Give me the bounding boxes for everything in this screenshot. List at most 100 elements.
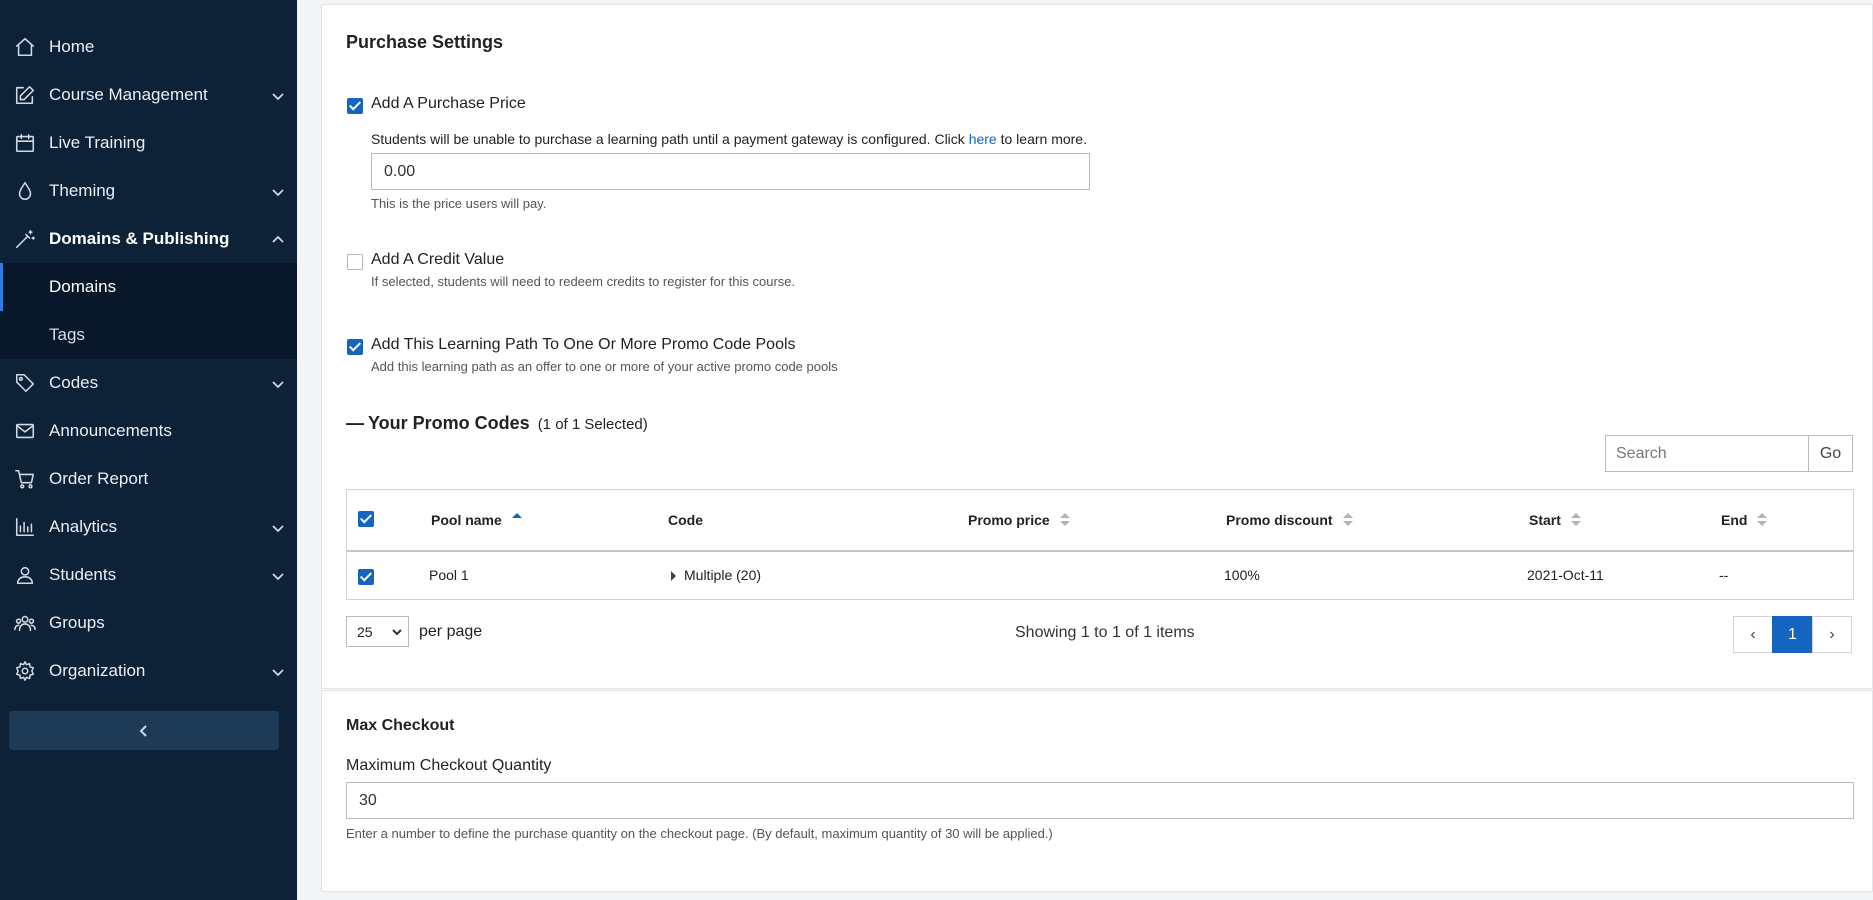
cell-pool-name: Pool 1	[429, 567, 469, 583]
sidebar-item-home[interactable]: Home	[0, 23, 297, 71]
max-checkout-panel: Max Checkout Maximum Checkout Quantity 3…	[321, 690, 1873, 892]
sidebar-item-organization[interactable]: Organization	[0, 647, 297, 695]
column-start[interactable]: Start	[1529, 512, 1581, 528]
bar-chart-icon	[14, 516, 36, 538]
gear-icon	[14, 660, 36, 682]
collapse-dash-icon: —	[346, 413, 364, 433]
sidebar-item-course-management[interactable]: Course Management	[0, 71, 297, 119]
prev-page-button[interactable]: ‹	[1733, 616, 1773, 653]
sidebar-item-groups[interactable]: Groups	[0, 599, 297, 647]
sidebar-item-label: Theming	[49, 181, 116, 200]
promo-pools-help-text: Add this learning path as an offer to on…	[371, 359, 838, 374]
column-end[interactable]: End	[1721, 512, 1768, 528]
promo-codes-table: Pool name Code Promo price Promo discoun…	[346, 489, 1854, 600]
tag-icon	[14, 372, 36, 394]
sidebar-subitem-tags[interactable]: Tags	[0, 311, 297, 359]
section-title: Purchase Settings	[346, 32, 504, 52]
page-1-button[interactable]: 1	[1772, 616, 1813, 653]
column-promo-discount[interactable]: Promo discount	[1226, 512, 1353, 528]
cell-code[interactable]: Multiple (20)	[671, 567, 761, 583]
purchase-price-label: Add A Purchase Price	[371, 95, 526, 112]
row-checkbox[interactable]	[358, 569, 374, 585]
search-go-button[interactable]: Go	[1808, 435, 1853, 472]
sidebar-item-live-training[interactable]: Live Training	[0, 119, 297, 167]
sort-asc-icon	[511, 513, 522, 527]
code-text: Multiple (20)	[684, 567, 762, 583]
credit-help-text: If selected, students will need to redee…	[371, 274, 796, 289]
select-all-checkbox[interactable]	[358, 511, 374, 527]
section-title: Max Checkout	[346, 717, 455, 734]
sidebar: Home Course Management Live Training The…	[0, 0, 297, 900]
per-page-label: per page	[419, 623, 483, 640]
sidebar-item-order-report[interactable]: Order Report	[0, 455, 297, 503]
sidebar-item-students[interactable]: Students	[0, 551, 297, 599]
sidebar-item-label: Order Report	[49, 469, 149, 488]
credit-value-label: Add A Credit Value	[371, 251, 505, 268]
user-icon	[14, 564, 36, 586]
max-checkout-label: Maximum Checkout Quantity	[346, 757, 552, 774]
sidebar-item-label: Codes	[49, 373, 99, 392]
purchase-settings-panel: Purchase Settings Add A Purchase Price S…	[321, 4, 1873, 689]
per-page-value: 25	[357, 623, 373, 640]
sidebar-item-label: Organization	[49, 661, 146, 680]
edit-icon	[14, 84, 36, 106]
column-label: Promo discount	[1226, 512, 1333, 528]
column-label: Code	[668, 512, 703, 528]
learn-more-link[interactable]: here	[969, 131, 997, 147]
cart-icon	[14, 468, 36, 490]
droplet-icon	[14, 180, 36, 202]
calendar-icon	[14, 132, 36, 154]
cell-promo-discount: 100%	[1224, 567, 1260, 583]
column-label: End	[1721, 512, 1748, 528]
caret-right-icon	[671, 571, 676, 582]
showing-count: Showing 1 to 1 of 1 items	[1015, 624, 1195, 641]
sidebar-item-label: Domains & Publishing	[49, 229, 230, 248]
sidebar-item-label: Groups	[49, 613, 105, 632]
note-text: Students will be unable to purchase a le…	[371, 131, 969, 147]
chevron-left-icon	[139, 724, 147, 737]
max-checkout-input[interactable]: 30	[346, 782, 1854, 819]
sidebar-item-label: Announcements	[49, 421, 172, 440]
promo-pools-label: Add This Learning Path To One Or More Pr…	[371, 336, 796, 353]
sidebar-item-announcements[interactable]: Announcements	[0, 407, 297, 455]
chevron-down-icon	[271, 568, 285, 582]
column-promo-price[interactable]: Promo price	[968, 512, 1070, 528]
column-code: Code	[668, 512, 703, 528]
promo-search-input[interactable]: Search	[1605, 435, 1809, 472]
credit-value-checkbox[interactable]	[347, 254, 363, 270]
promo-codes-toggle[interactable]: — Your Promo Codes (1 of 1 Selected)	[346, 413, 648, 434]
purchase-price-input[interactable]: 0.00	[371, 153, 1090, 190]
sidebar-item-domains-publishing[interactable]: Domains & Publishing	[0, 215, 297, 263]
main-content: Purchase Settings Add A Purchase Price S…	[321, 0, 1873, 900]
sidebar-item-codes[interactable]: Codes	[0, 359, 297, 407]
cell-start: 2021-Oct-11	[1527, 567, 1604, 583]
chevron-down-icon	[392, 629, 402, 636]
payment-gateway-note: Students will be unable to purchase a le…	[371, 131, 1087, 147]
next-page-button[interactable]: ›	[1812, 616, 1852, 653]
chevron-down-icon	[271, 184, 285, 198]
sidebar-item-label: Students	[49, 565, 117, 584]
per-page-select[interactable]: 25	[346, 616, 409, 647]
promo-pools-checkbox[interactable]	[347, 339, 363, 355]
column-label: Start	[1529, 512, 1561, 528]
column-label: Promo price	[968, 512, 1050, 528]
mail-icon	[14, 420, 36, 442]
magic-wand-icon	[14, 228, 36, 250]
chevron-down-icon	[271, 664, 285, 678]
note-text: to learn more.	[996, 131, 1087, 147]
sidebar-subitem-domains[interactable]: Domains	[0, 263, 297, 311]
sidebar-item-analytics[interactable]: Analytics	[0, 503, 297, 551]
table-header: Pool name Code Promo price Promo discoun…	[347, 490, 1853, 552]
chevron-down-icon	[271, 376, 285, 390]
column-pool-name[interactable]: Pool name	[431, 512, 522, 528]
sidebar-item-label: Analytics	[49, 517, 118, 536]
sidebar-subnav: Domains Tags	[0, 263, 297, 359]
chevron-up-icon	[271, 232, 285, 246]
sidebar-item-theming[interactable]: Theming	[0, 167, 297, 215]
sidebar-subitem-label: Domains	[49, 277, 117, 296]
purchase-price-checkbox[interactable]	[347, 98, 363, 114]
max-checkout-help-text: Enter a number to define the purchase qu…	[346, 826, 1053, 841]
price-help-text: This is the price users will pay.	[371, 196, 547, 211]
promo-codes-count: (1 of 1 Selected)	[537, 416, 648, 433]
collapse-sidebar-button[interactable]	[9, 711, 279, 750]
